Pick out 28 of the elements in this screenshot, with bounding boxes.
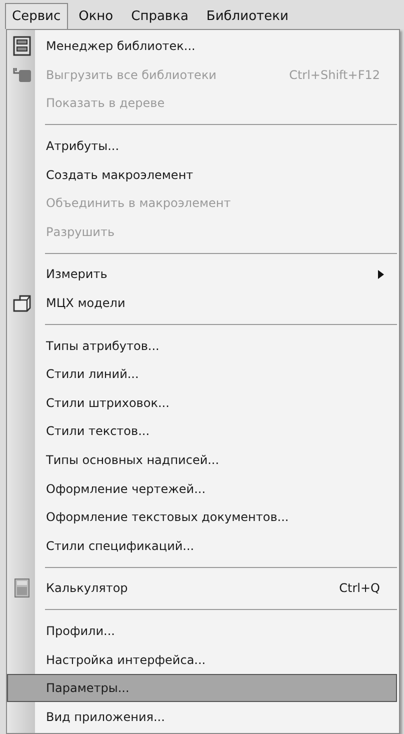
shortcut-label: Ctrl+Q xyxy=(339,581,380,596)
menu-item[interactable]: Типы атрибутов... xyxy=(7,331,397,360)
plug-icon xyxy=(12,66,32,84)
menu-item[interactable]: Создать макроэлемент xyxy=(7,160,397,189)
menu-bar-item[interactable]: Окно xyxy=(72,3,120,29)
menu-item[interactable]: Стили штриховок... xyxy=(7,388,397,418)
menu-bar-item[interactable]: Библиотеки xyxy=(199,3,296,29)
menu-item[interactable]: Измерить xyxy=(7,260,397,289)
menu-bar-item[interactable]: Сервис xyxy=(5,3,68,29)
menu-item[interactable]: Атрибуты... xyxy=(7,132,397,160)
menu-item[interactable]: Типы основных надписей... xyxy=(7,446,397,474)
menu-item[interactable]: Параметры... xyxy=(7,674,397,702)
menu-item[interactable]: Менеджер библиотек... xyxy=(7,32,397,61)
menu-item[interactable]: Профили... xyxy=(7,616,397,646)
menu-item[interactable]: Стили линий... xyxy=(7,360,397,388)
menu-item[interactable]: Настройка интерфейса... xyxy=(7,645,397,674)
cabinet-icon xyxy=(13,36,31,56)
menu-item[interactable]: Оформление чертежей... xyxy=(7,474,397,503)
menu-item[interactable]: Вид приложения... xyxy=(7,702,397,731)
menu-item[interactable]: Стили спецификаций... xyxy=(7,531,397,560)
menu-item[interactable]: МЦХ модели xyxy=(7,288,397,318)
menu-item[interactable]: Оформление текстовых документов... xyxy=(7,502,397,532)
menu-bar-item[interactable]: Справка xyxy=(124,3,196,29)
menu-item[interactable]: Калькулятор Ctrl+Q xyxy=(7,574,397,603)
shortcut-label: Ctrl+Shift+F12 xyxy=(289,68,380,82)
menu-item[interactable]: Стили текстов... xyxy=(7,417,397,446)
calculator-icon xyxy=(14,578,30,598)
solid-icon xyxy=(12,292,32,313)
